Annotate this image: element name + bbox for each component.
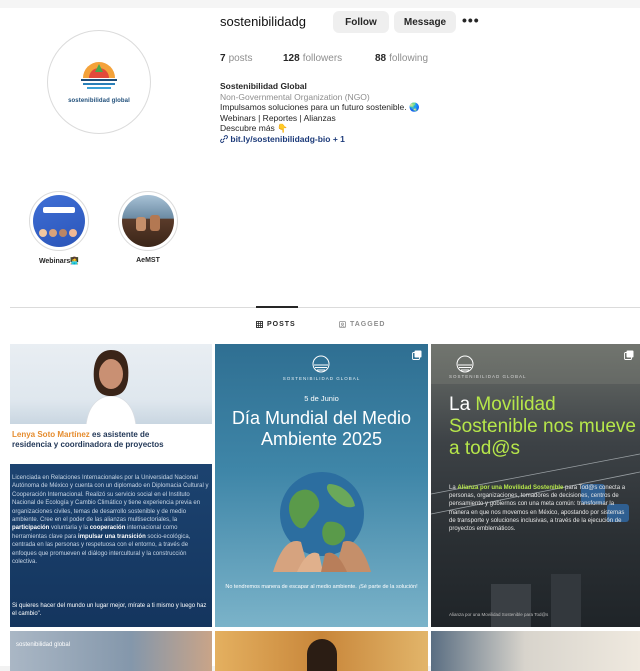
post-org-name: SOSTENIBILIDAD GLOBAL bbox=[282, 376, 361, 381]
post-org-name: SOSTENIBILIDAD GLOBAL bbox=[449, 374, 527, 379]
post-body-text: La Alianza por una Movilidad Sostenible … bbox=[449, 484, 629, 533]
tab-tagged[interactable]: TAGGED bbox=[339, 321, 385, 328]
following-label: following bbox=[389, 53, 429, 64]
highlight-cover bbox=[122, 195, 174, 247]
profile-bio: Sostenibilidad Global Non-Governmental O… bbox=[220, 81, 540, 145]
post-background bbox=[431, 631, 640, 671]
link-icon bbox=[220, 135, 228, 143]
post-org-name: sostenibilidad global bbox=[16, 642, 71, 648]
bio-link-text: bit.ly/sostenibilidadg-bio + 1 bbox=[230, 133, 345, 144]
body-emphasis: cooperación bbox=[89, 525, 126, 532]
post-quote: Si quieres hacer del mundo un lugar mejo… bbox=[12, 603, 207, 617]
followers-label: followers bbox=[302, 53, 343, 64]
caption-text: es asistente de bbox=[89, 430, 150, 439]
body-emphasis: Alianza por una Movilidad Sostenible bbox=[457, 485, 564, 491]
post-caption: Lenya Soto Martínez es asistente de resi… bbox=[10, 424, 212, 464]
posts-stat[interactable]: 7 posts bbox=[220, 53, 252, 64]
globe-in-hands-icon bbox=[273, 472, 371, 572]
highlight-label: AeMST bbox=[136, 257, 160, 264]
body-text: Licenciada en Relaciones Internacionales… bbox=[12, 475, 209, 524]
follow-button[interactable]: Follow bbox=[333, 11, 389, 33]
tabs-divider bbox=[10, 307, 640, 308]
post-tile[interactable]: SOSTENIBILIDAD GLOBAL 5 de Junio Día Mun… bbox=[215, 344, 428, 627]
org-logo-icon bbox=[456, 355, 474, 373]
caption-name: Lenya Soto Martínez bbox=[12, 430, 90, 439]
grid-icon bbox=[256, 321, 263, 328]
more-options-icon[interactable]: ••• bbox=[462, 12, 480, 28]
avatar-logo: sostenibilidad global bbox=[54, 37, 144, 127]
body-text: para Tod@s conecta a personas, organizac… bbox=[449, 485, 626, 533]
profile-page: sostenibilidad global sostenibilidadg Fo… bbox=[0, 0, 640, 671]
following-stat[interactable]: 88 following bbox=[375, 53, 428, 64]
post-tile[interactable] bbox=[431, 631, 640, 671]
followers-count: 128 bbox=[283, 53, 300, 64]
org-logo-icon bbox=[312, 355, 330, 373]
post-tile[interactable]: sostenibilidad global bbox=[10, 631, 212, 671]
carousel-icon bbox=[624, 350, 634, 360]
message-button[interactable]: Message bbox=[394, 11, 456, 33]
bio-name: Sostenibilidad Global bbox=[220, 81, 307, 91]
title-highlight: Movilidad Sostenible nos mueve a tod@s bbox=[449, 394, 636, 459]
bio-line: Impulsamos soluciones para un futuro sos… bbox=[220, 102, 420, 113]
tab-label: TAGGED bbox=[350, 321, 386, 328]
post-tile[interactable]: Lenya Soto Martínez es asistente de resi… bbox=[10, 344, 212, 627]
title-part: La bbox=[449, 394, 476, 415]
post-background bbox=[10, 631, 212, 671]
highlight-webinars[interactable]: Webinars👩‍💻 bbox=[24, 191, 94, 265]
highlight-label: Webinars👩‍💻 bbox=[38, 258, 80, 265]
body-emphasis: participación bbox=[12, 525, 50, 532]
bio-line: Webinars | Reportes | Alianzas bbox=[220, 112, 336, 123]
body-text: voluntaria y la bbox=[49, 525, 90, 532]
following-count: 88 bbox=[375, 53, 387, 64]
post-title: Día Mundial del Medio Ambiente 2025 bbox=[231, 408, 412, 449]
post-footer-text: No tendremos manera de escapar al medio … bbox=[225, 584, 418, 590]
bio-link[interactable]: bit.ly/sostenibilidadg-bio + 1 bbox=[220, 134, 540, 145]
profile-avatar[interactable]: sostenibilidad global bbox=[47, 30, 151, 134]
tagged-icon bbox=[339, 321, 346, 328]
post-tile[interactable]: SOSTENIBILIDAD GLOBAL La Movilidad Soste… bbox=[431, 344, 640, 627]
bio-line: Descubre más 👇 bbox=[220, 123, 288, 134]
globe-logo-icon bbox=[81, 62, 117, 89]
highlight-cover bbox=[33, 195, 85, 247]
post-tile[interactable] bbox=[215, 631, 428, 671]
followers-stat[interactable]: 128 followers bbox=[283, 53, 342, 64]
caption-text: residencia y coordinadora de proyectos bbox=[12, 440, 164, 449]
post-date: 5 de Junio bbox=[304, 394, 339, 403]
post-footer-text: Alianza por una Movilidad Sostenible par… bbox=[449, 612, 549, 617]
body-emphasis: impulsar una transición bbox=[78, 533, 146, 540]
top-strip bbox=[0, 0, 640, 8]
active-tab-indicator bbox=[256, 306, 298, 308]
post-photo bbox=[10, 344, 212, 426]
posts-count: 7 bbox=[220, 53, 226, 64]
person-portrait bbox=[85, 350, 137, 426]
avatar-logo-text: sostenibilidad global bbox=[68, 98, 130, 104]
person-head bbox=[307, 639, 337, 671]
posts-label: posts bbox=[228, 53, 253, 64]
tab-posts[interactable]: POSTS bbox=[256, 321, 296, 328]
highlight-aemst[interactable]: AeMST bbox=[113, 191, 183, 264]
tab-label: POSTS bbox=[267, 321, 296, 328]
post-title: La Movilidad Sostenible nos mueve a tod@… bbox=[449, 394, 639, 460]
profile-username: sostenibilidadg bbox=[220, 14, 307, 29]
carousel-icon bbox=[412, 350, 422, 360]
bio-category: Non-Governmental Organization (NGO) bbox=[220, 91, 370, 102]
